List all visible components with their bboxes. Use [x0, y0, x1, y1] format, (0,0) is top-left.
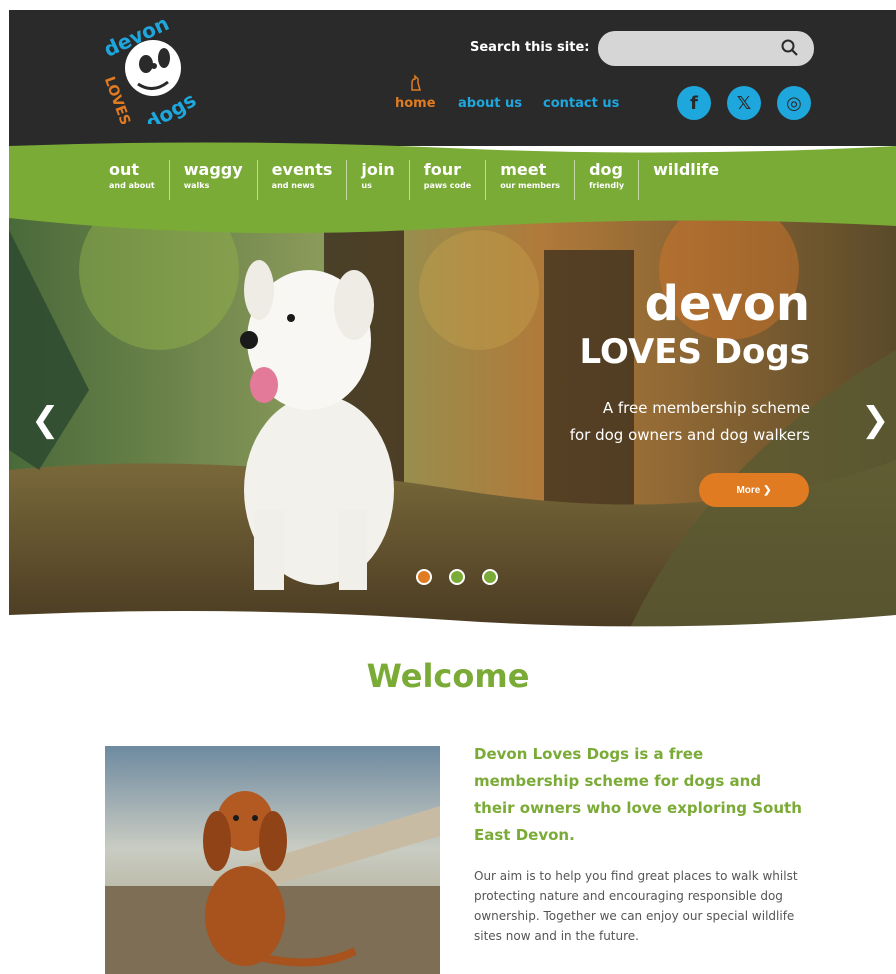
menu-item-dog[interactable]: dog friendly	[574, 160, 638, 200]
facebook-icon[interactable]: f	[677, 86, 711, 120]
welcome-body: Our aim is to help you find great places…	[474, 869, 798, 943]
menu-item-events[interactable]: events and news	[256, 160, 347, 200]
x-twitter-icon[interactable]: 𝕏	[727, 86, 761, 120]
menu-item-waggy[interactable]: waggy walks	[168, 160, 257, 200]
hero-image	[9, 210, 896, 630]
nav-contact-us[interactable]: contact us	[543, 96, 619, 111]
hero-text-line1: A free membership scheme	[602, 399, 810, 417]
dog-home-icon	[411, 74, 421, 91]
hero-subtitle: LOVES Dogs	[579, 332, 810, 372]
carousel-dot-3[interactable]	[482, 569, 498, 585]
welcome-heading: Welcome	[366, 657, 530, 695]
instagram-icon[interactable]: ◎	[777, 86, 811, 120]
site-logo[interactable]: devon LOVES dogs	[98, 18, 204, 124]
main-menu: out and about waggy walks events and new…	[95, 160, 733, 204]
search-label: Search this site:	[470, 40, 590, 55]
more-button[interactable]: More ❯	[699, 473, 809, 507]
carousel-prev-icon[interactable]: ❮	[31, 400, 60, 440]
search-icon[interactable]	[780, 38, 800, 58]
menu-item-wildlife[interactable]: wildlife	[638, 160, 733, 200]
hero-title: devon	[644, 276, 810, 332]
carousel-dot-2[interactable]	[449, 569, 465, 585]
carousel-next-icon[interactable]: ❯	[861, 400, 890, 440]
menu-item-meet[interactable]: meet our members	[485, 160, 574, 200]
welcome-lead: Devon Loves Dogs is a free membership sc…	[474, 745, 802, 844]
menu-item-join[interactable]: join us	[346, 160, 408, 200]
logo-text-loves: LOVES	[101, 74, 133, 124]
carousel-dot-1[interactable]	[416, 569, 432, 585]
nav-about-us[interactable]: about us	[458, 96, 522, 111]
nav-home[interactable]: home	[395, 96, 436, 111]
menu-item-out[interactable]: out and about	[95, 160, 169, 200]
menu-item-four[interactable]: four paws code	[408, 160, 485, 200]
hero-text-line2: for dog owners and dog walkers	[569, 426, 810, 444]
spaniel-photo	[105, 746, 440, 974]
hero-carousel: devon LOVES Dogs A free membership schem…	[9, 210, 896, 630]
